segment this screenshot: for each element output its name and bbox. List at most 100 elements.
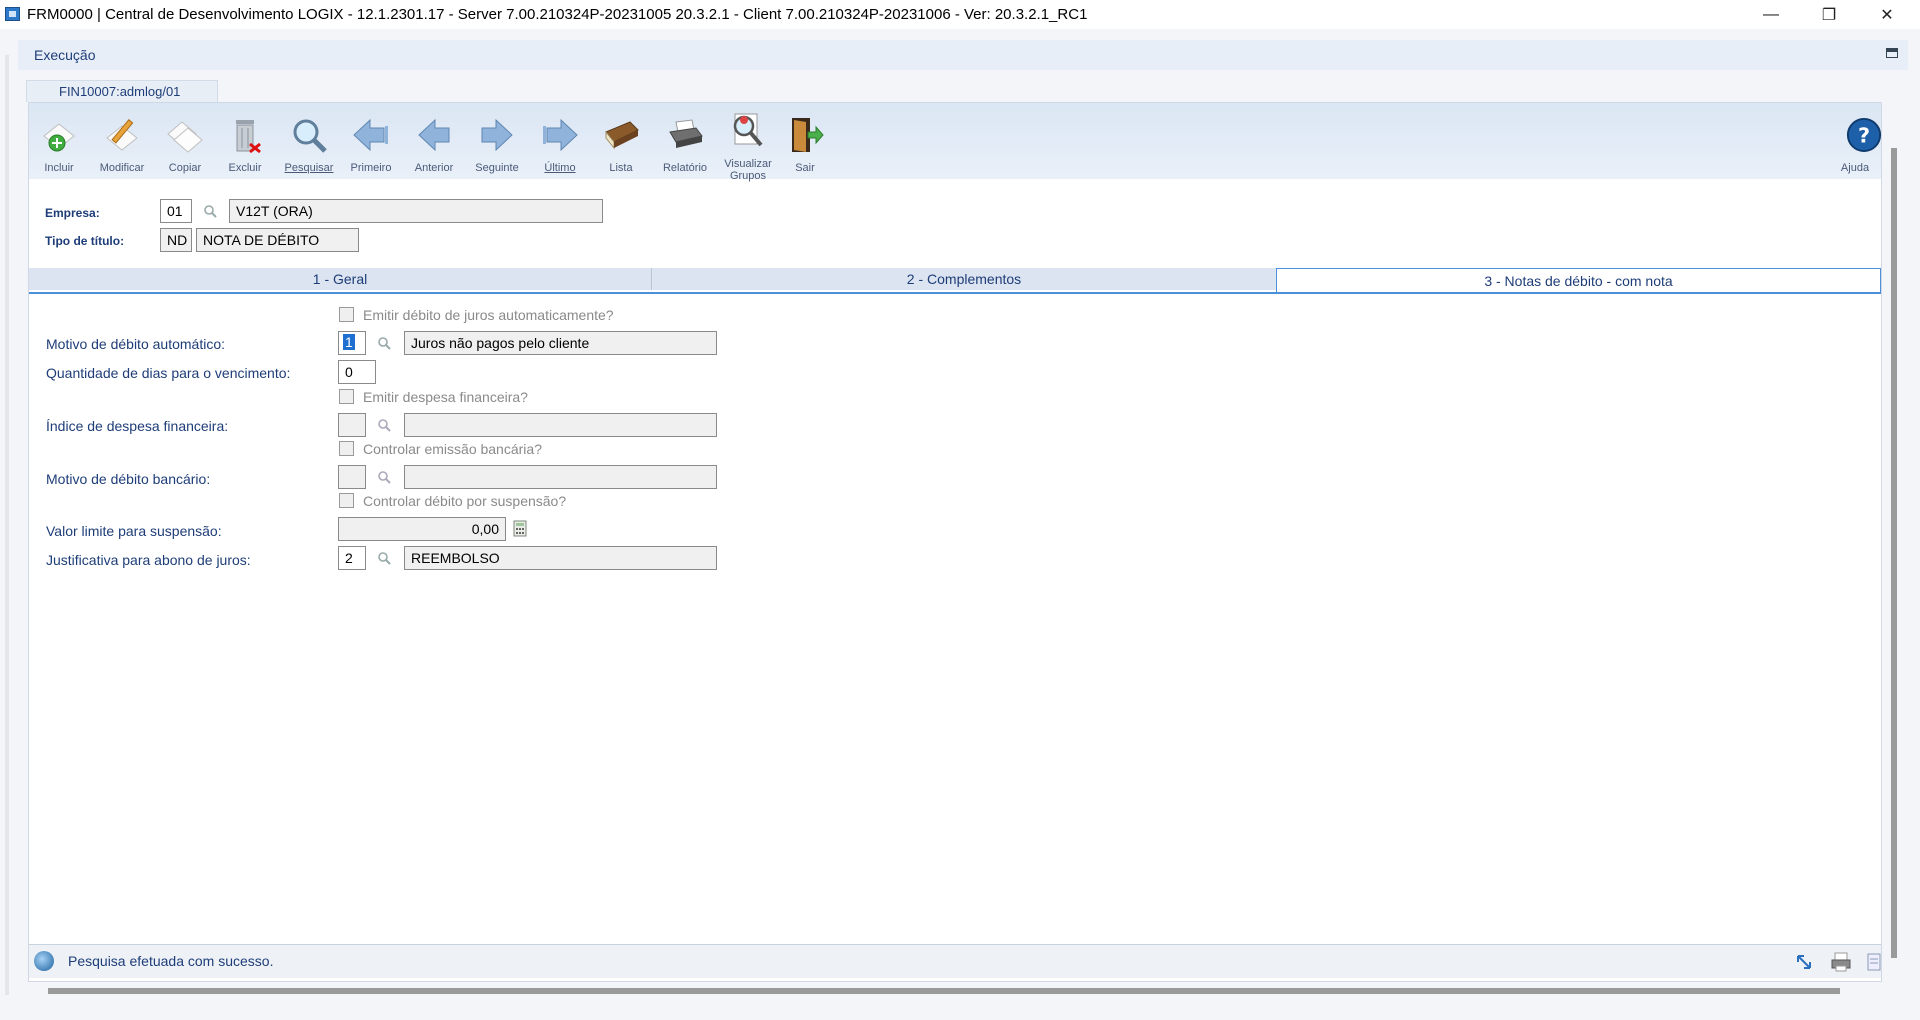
emitir-despesa-checkbox[interactable] [339,389,354,404]
motivo-debito-label: Motivo de débito automático: [46,336,225,352]
status-message: Pesquisa efetuada com sucesso. [68,953,274,969]
tipo-titulo-label: Tipo de título: [45,234,125,248]
ajuda-button[interactable]: ? Ajuda [1836,112,1882,182]
dias-vencimento-label: Quantidade de dias para o vencimento: [46,365,291,381]
controlar-suspensao-label: Controlar débito por suspensão? [363,493,567,509]
seguinte-label: Seguinte [475,162,519,174]
resize-arrows-icon[interactable] [1795,953,1813,971]
sair-button[interactable]: Sair [774,112,836,182]
valor-limite-label: Valor limite para suspensão: [46,523,222,539]
excluir-button[interactable]: Excluir [214,112,276,182]
motivo-bancario-label: Motivo de débito bancário: [46,471,211,487]
copy-icon [167,121,203,153]
emitir-debito-juros-checkbox[interactable] [339,307,354,322]
justificativa-label: Justificativa para abono de juros: [46,552,251,568]
motivo-debito-code-value: 1 [343,334,355,350]
exit-door-icon [792,118,824,152]
search-icon [293,119,327,153]
indice-despesa-desc-field [404,413,717,437]
incluir-button[interactable]: Incluir [28,112,90,182]
visualizar-label-1: Visualizar [724,158,772,170]
motivo-lookup-icon[interactable] [377,336,391,350]
svg-text:?: ? [1858,124,1870,148]
tab-fin10007[interactable]: FIN10007:admlog/01 [26,80,218,102]
next-record-icon [481,118,513,152]
excluir-label: Excluir [228,162,262,174]
calculator-icon[interactable] [513,520,527,537]
tab-notas-debito[interactable]: 3 - Notas de débito - com nota [1276,268,1881,292]
left-edge-handle[interactable] [5,55,9,995]
help-icon: ? [1846,117,1882,153]
tab-geral[interactable]: 1 - Geral [29,268,652,290]
tipo-titulo-name-field: NOTA DE DÉBITO [196,228,359,252]
close-button[interactable]: ✕ [1864,0,1910,29]
app-icon [5,7,20,21]
view-groups-icon [733,113,763,147]
info-globe-icon [34,951,54,971]
visualizar-grupos-label: Visualizar Grupos [717,158,779,182]
dias-vencimento-field[interactable]: 0 [338,360,376,384]
pesquisar-button[interactable]: Pesquisar [278,112,340,182]
controlar-emissao-checkbox[interactable] [339,441,354,456]
add-document-icon [43,123,75,152]
lista-button[interactable]: Lista [590,112,652,182]
copiar-label: Copiar [168,162,202,174]
pesquisar-label-text: Pesquisar [284,162,334,174]
justificativa-lookup-icon[interactable] [377,551,391,565]
justificativa-code-field[interactable]: 2 [338,546,366,570]
tab-underline [29,292,1881,294]
first-record-icon [353,118,388,152]
execution-label: Execução [34,47,96,63]
vertical-scrollbar[interactable] [1891,148,1897,958]
panel-minimize-icon[interactable] [1886,48,1898,58]
pesquisar-label: Pesquisar [278,162,340,174]
tab-geral-label: 1 - Geral [312,271,368,287]
empresa-lookup-icon[interactable] [203,204,217,218]
empresa-name-field: V12T (ORA) [229,199,603,223]
tipo-titulo-code-field: ND [160,228,192,252]
previous-record-icon [418,118,450,152]
status-bar [29,944,1881,978]
anterior-button[interactable]: Anterior [403,112,465,182]
tab-notas-debito-label: 3 - Notas de débito - com nota [1484,272,1673,289]
motivo-debito-desc-field: Juros não pagos pelo cliente [404,331,717,355]
print-status-icon[interactable] [1830,951,1852,973]
indice-lookup-icon [378,419,391,432]
relatorio-button[interactable]: Relatório [654,112,716,182]
sair-label: Sair [795,162,815,174]
window-title: FRM0000 | Central de Desenvolvimento LOG… [27,6,1088,23]
valor-limite-field: 0,00 [338,517,506,541]
last-record-icon [543,118,578,152]
document-status-icon[interactable] [1867,953,1881,971]
empresa-code-field[interactable]: 01 [160,199,192,223]
motivo-debito-code-field[interactable]: 1 [338,331,366,355]
seguinte-button[interactable]: Seguinte [466,112,528,182]
tab-complementos[interactable]: 2 - Complementos [653,268,1275,290]
indice-despesa-code-field [338,413,366,437]
controlar-suspensao-checkbox[interactable] [339,493,354,508]
relatorio-label: Relatório [662,162,708,174]
motivo-bancario-desc-field [404,465,717,489]
modificar-button[interactable]: Modificar [91,112,153,182]
emitir-despesa-label: Emitir despesa financeira? [363,389,528,405]
execution-header [18,40,1908,70]
incluir-label: Incluir [44,162,74,174]
restore-button[interactable]: ❐ [1806,0,1852,29]
lista-label: Lista [609,162,633,174]
copiar-button[interactable]: Copiar [154,112,216,182]
ultimo-label: Último [529,162,591,174]
tab-complementos-label: 2 - Complementos [906,271,1022,287]
modificar-label: Modificar [99,162,145,174]
visualizar-grupos-button[interactable]: Visualizar Grupos [717,108,779,182]
ultimo-label-text: Último [544,162,576,174]
controlar-emissao-label: Controlar emissão bancária? [363,441,542,457]
anterior-label: Anterior [414,162,454,174]
primeiro-button[interactable]: Primeiro [340,112,402,182]
minimize-button[interactable]: — [1748,0,1794,29]
edit-document-icon [106,119,138,151]
horizontal-scrollbar[interactable] [48,988,1840,994]
ajuda-label: Ajuda [1840,162,1870,174]
ultimo-button[interactable]: Último [529,112,591,182]
visualizar-label-2: Grupos [729,170,767,182]
printer-icon [669,119,703,148]
